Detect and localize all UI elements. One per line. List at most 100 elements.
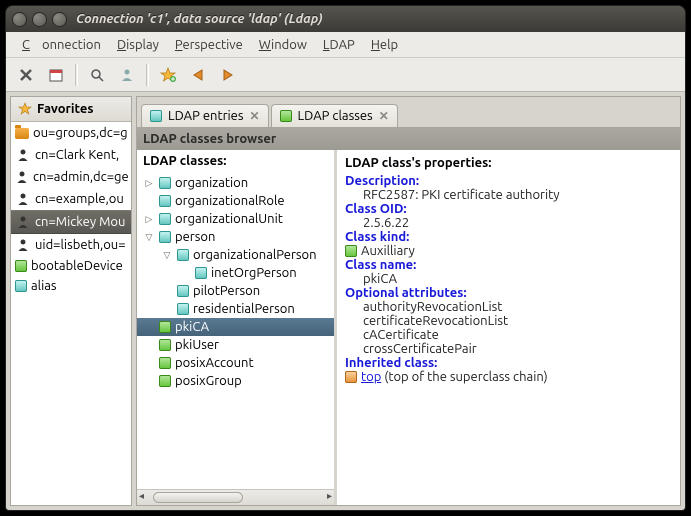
favorite-item[interactable]: cn=example,ou [11,188,131,210]
tree-twisty-icon[interactable] [143,357,155,369]
tree-node[interactable]: pkiUser [137,336,334,354]
menu-ldap[interactable]: LDAP [317,36,361,54]
favorite-item[interactable]: cn=Clark Kent, [11,144,131,166]
favorite-item[interactable]: bootableDevice [11,256,131,276]
tab-close-icon[interactable]: ✕ [249,109,259,123]
favorite-add-icon[interactable] [154,61,182,89]
tree-node[interactable]: pkiCA [137,318,334,336]
class-struct-icon [195,267,207,279]
tree-node[interactable]: organizationalRole [137,192,334,210]
menu-window[interactable]: Window [253,36,313,54]
favorite-label: bootableDevice [31,259,123,273]
tree-label: organizationalRole [175,194,285,208]
tree-twisty-icon[interactable]: ▷ [143,177,155,189]
class-aux-icon [159,375,171,387]
menu-help[interactable]: Help [365,36,404,54]
tree-node[interactable]: posixGroup [137,372,334,390]
menubar: Connection Display Perspective Window LD… [6,32,685,58]
close-icon[interactable] [12,12,27,27]
description-value: RFC2587: PKI certificate authority [363,188,672,202]
tree-twisty-icon[interactable] [143,375,155,387]
tree-label: organizationalPerson [193,248,317,262]
favorite-item[interactable]: cn=Mickey Mou [11,210,131,234]
favorite-item[interactable]: alias [11,276,131,296]
tree-twisty-icon[interactable] [143,321,155,333]
inherited-value: top (top of the superclass chain) [363,370,672,384]
inherited-suffix: (top of the superclass chain) [381,370,547,384]
inherited-link[interactable]: top [361,370,381,384]
tree-twisty-icon[interactable] [143,339,155,351]
tree-label: posixGroup [175,374,242,388]
favorites-header: Favorites [11,97,131,122]
tab-label: LDAP entries [168,109,243,123]
minimize-icon[interactable] [32,12,47,27]
window-title: Connection 'c1', data source 'ldap' (Lda… [76,12,323,26]
class-struct-icon [177,249,189,261]
favorite-item[interactable]: ou=groups,dc=g [11,122,131,144]
class-link-icon [345,371,357,383]
menu-connection[interactable]: Connection [16,36,107,54]
class-aux-icon [15,260,27,272]
tree-twisty-icon[interactable]: ▷ [143,213,155,225]
class-aux-icon [159,321,171,333]
favorite-label: cn=admin,dc=ge [33,170,129,184]
tab-close-icon[interactable]: ✕ [379,109,389,123]
scroll-thumb[interactable] [153,492,243,503]
tabs-area: LDAP entries ✕ LDAP classes ✕ LDAP class… [136,96,681,506]
tree-twisty-icon[interactable] [179,267,191,279]
tree[interactable]: ▷organizationorganizationalRole▷organiza… [137,172,334,489]
class-struct-icon [159,195,171,207]
tree-twisty-icon[interactable] [161,303,173,315]
tree-node[interactable]: inetOrgPerson [137,264,334,282]
horizontal-scrollbar[interactable] [137,489,334,505]
props-title: LDAP class's properties: [345,152,672,174]
forward-icon[interactable] [214,61,242,89]
class-struct-icon [159,177,171,189]
tree-node[interactable]: ▷organizationalUnit [137,210,334,228]
tree-twisty-icon[interactable] [143,195,155,207]
tree-node[interactable]: posixAccount [137,354,334,372]
tree-node[interactable]: residentialPerson [137,300,334,318]
menu-perspective[interactable]: Perspective [169,36,249,54]
star-icon [17,101,33,117]
favorite-item[interactable]: uid=lisbeth,ou= [11,234,131,256]
tree-label: pilotPerson [193,284,260,298]
entries-icon [150,110,162,122]
browser-split: LDAP classes: ▷organizationorganizationa… [137,150,680,505]
maximize-icon[interactable] [52,12,67,27]
class-struct-icon [159,231,171,243]
tree-node[interactable]: pilotPerson [137,282,334,300]
person-icon [15,147,31,163]
tree-twisty-icon[interactable]: ▽ [161,249,173,261]
titlebar[interactable]: Connection 'c1', data source 'ldap' (Lda… [6,6,685,32]
class-struct-icon [159,213,171,225]
class-struct-icon [177,303,189,315]
app-window: Connection 'c1', data source 'ldap' (Lda… [5,5,686,511]
user-icon[interactable] [113,61,141,89]
back-icon[interactable] [184,61,212,89]
tab-ldap-classes[interactable]: LDAP classes ✕ [271,104,398,127]
favorite-label: alias [31,279,57,293]
optional-attribute: crossCertificatePair [363,342,672,356]
inherited-label: Inherited class: [345,356,672,370]
menu-display[interactable]: Display [111,36,165,54]
tree-twisty-icon[interactable] [161,285,173,297]
optional-attribute: authorityRevocationList [363,300,672,314]
tab-label: LDAP classes [298,109,373,123]
search-icon[interactable] [83,61,111,89]
favorite-label: cn=Mickey Mou [35,215,125,229]
person-icon [15,214,31,230]
tree-label: person [175,230,215,244]
close-tab-icon[interactable] [12,61,40,89]
tree-node[interactable]: ▽ person [137,228,334,246]
browser-title: LDAP classes browser [137,128,680,150]
optional-attribute: cACertificate [363,328,672,342]
tree-node[interactable]: ▷organization [137,174,334,192]
calendar-icon[interactable] [42,61,70,89]
favorite-label: uid=lisbeth,ou= [35,238,126,252]
tab-ldap-entries[interactable]: LDAP entries ✕ [141,104,269,127]
favorite-item[interactable]: cn=admin,dc=ge [11,166,131,188]
tree-twisty-icon[interactable]: ▽ [143,231,155,243]
favorites-panel: Favorites ou=groups,dc=gcn=Clark Kent, cn… [10,96,132,506]
tree-node[interactable]: ▽ organizationalPerson [137,246,334,264]
